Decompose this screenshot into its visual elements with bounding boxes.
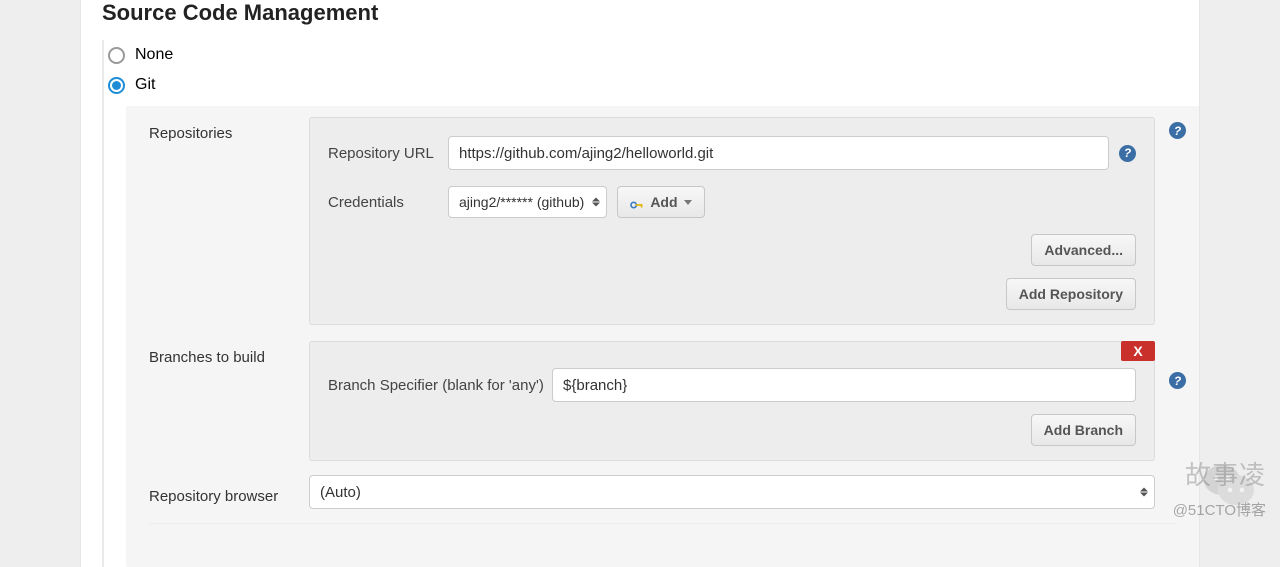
watermark-sub: @51CTO博客 xyxy=(1173,499,1266,520)
add-branch-label: Add Branch xyxy=(1044,422,1123,438)
add-branch-button[interactable]: Add Branch xyxy=(1031,414,1136,446)
delete-branch-button[interactable]: X xyxy=(1121,341,1155,361)
scm-options: None Git Repositories ? Repository URL ? xyxy=(102,40,1200,567)
repo-url-row: Repository URL ? xyxy=(328,136,1136,170)
branch-specifier-row: Branch Specifier (blank for 'any') xyxy=(328,368,1136,402)
credentials-row: Credentials ajing2/****** (github) Add xyxy=(328,186,1136,218)
branches-row: Branches to build X ? Branch Specifier (… xyxy=(127,333,1199,469)
credentials-value: ajing2/****** (github) xyxy=(459,194,584,210)
add-repo-label: Add Repository xyxy=(1019,286,1123,302)
scm-option-none[interactable]: None xyxy=(104,40,1200,70)
add-label: Add xyxy=(650,194,677,210)
radio-icon xyxy=(108,77,125,94)
branches-label: Branches to build xyxy=(149,341,309,366)
scm-option-label: Git xyxy=(135,76,155,94)
scm-option-git[interactable]: Git xyxy=(104,70,1200,100)
key-icon xyxy=(630,197,644,207)
repo-browser-value: (Auto) xyxy=(320,484,361,501)
help-icon[interactable]: ? xyxy=(1119,145,1136,162)
advanced-label: Advanced... xyxy=(1044,242,1123,258)
scm-option-label: None xyxy=(135,46,173,64)
additional-row: .. xyxy=(127,524,1199,566)
repo-browser-label: Repository browser xyxy=(149,480,309,505)
repo-browser-select[interactable]: (Auto) xyxy=(309,475,1155,509)
help-icon[interactable]: ? xyxy=(1169,122,1186,139)
add-credentials-button[interactable]: Add xyxy=(617,186,704,218)
updown-icon xyxy=(592,198,600,207)
radio-icon xyxy=(108,47,125,64)
repositories-panel: ? Repository URL ? Credentials ajing2/**… xyxy=(309,117,1155,325)
repo-browser-row: Repository browser (Auto) xyxy=(149,469,1155,517)
add-repository-button[interactable]: Add Repository xyxy=(1006,278,1136,310)
repositories-row: Repositories ? Repository URL ? Credenti… xyxy=(127,109,1199,333)
help-icon[interactable]: ? xyxy=(1169,372,1186,389)
repo-url-label: Repository URL xyxy=(328,145,448,162)
updown-icon xyxy=(1140,488,1148,497)
advanced-button[interactable]: Advanced... xyxy=(1031,234,1136,266)
repositories-label: Repositories xyxy=(149,117,309,142)
branch-specifier-input[interactable] xyxy=(552,368,1136,402)
repo-url-input[interactable] xyxy=(448,136,1109,170)
branch-specifier-label: Branch Specifier (blank for 'any') xyxy=(328,377,552,394)
git-config-block: Repositories ? Repository URL ? Credenti… xyxy=(126,106,1200,567)
credentials-select[interactable]: ajing2/****** (github) xyxy=(448,186,607,218)
watermark-name: 故事凌 xyxy=(1185,455,1266,492)
chevron-down-icon xyxy=(684,200,692,205)
section-title: Source Code Management xyxy=(80,0,1200,40)
credentials-label: Credentials xyxy=(328,194,448,211)
additional-label xyxy=(149,540,309,561)
branches-panel: X ? Branch Specifier (blank for 'any') A… xyxy=(309,341,1155,461)
